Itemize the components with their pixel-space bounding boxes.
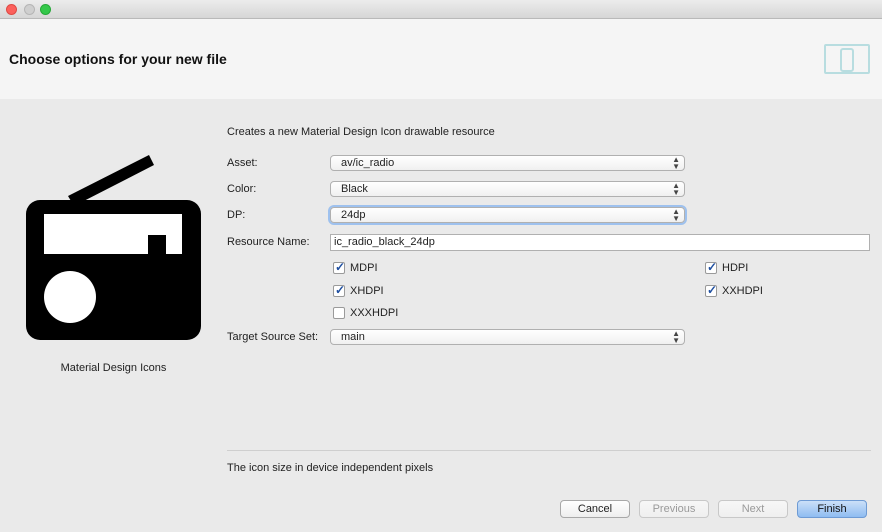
mdpi-checkbox[interactable]: ✓ MDPI (333, 260, 378, 274)
page-title: Choose options for your new file (9, 51, 227, 67)
preview-label: Material Design Icons (60, 362, 167, 374)
checkmark-icon: ✓ (707, 283, 718, 297)
hdpi-checkbox[interactable]: ✓ HDPI (705, 260, 749, 274)
hint-text: The icon size in device independent pixe… (227, 462, 434, 474)
color-select[interactable]: Black ▲ ▼ (330, 181, 685, 197)
xhdpi-label: XHDPI (350, 285, 384, 297)
target-source-set-select[interactable]: main ▲ ▼ (330, 329, 685, 345)
checkbox-box[interactable]: ✓ (705, 283, 718, 297)
checkmark-icon: ✓ (707, 260, 718, 274)
select-arrows-icon: ▲ ▼ (672, 329, 680, 345)
dp-value: 24dp (341, 209, 366, 221)
finish-button[interactable]: Finish (797, 500, 867, 518)
target-source-set-label: Target Source Set: (227, 331, 319, 343)
select-arrows-icon: ▲ ▼ (672, 155, 680, 171)
xxhdpi-label: XXHDPI (722, 285, 763, 297)
form-description: Creates a new Material Design Icon drawa… (227, 126, 495, 138)
checkbox-box[interactable]: ✓ (705, 260, 718, 274)
checkbox-box[interactable]: ✓ (333, 283, 346, 297)
close-window-button[interactable] (6, 4, 17, 15)
color-label: Color: (227, 183, 257, 195)
asset-select[interactable]: av/ic_radio ▲ ▼ (330, 155, 685, 171)
resource-name-input[interactable]: ic_radio_black_24dp (330, 234, 870, 251)
xxhdpi-checkbox[interactable]: ✓ XXHDPI (705, 283, 763, 297)
hdpi-label: HDPI (722, 262, 749, 274)
xxxhdpi-label: XXXHDPI (350, 307, 399, 319)
xxxhdpi-checkbox[interactable]: XXXHDPI (333, 307, 398, 319)
target-source-set-value: main (341, 331, 365, 343)
dp-select[interactable]: 24dp ▲ ▼ (330, 207, 685, 223)
device-screens-icon (824, 44, 870, 74)
mdpi-label: MDPI (350, 262, 378, 274)
radio-icon (26, 155, 201, 340)
dp-label: DP: (227, 209, 246, 221)
divider (227, 450, 871, 451)
color-value: Black (341, 183, 368, 195)
xhdpi-checkbox[interactable]: ✓ XHDPI (333, 283, 384, 297)
checkbox-box[interactable]: ✓ (333, 260, 346, 274)
next-button[interactable]: Next (718, 500, 788, 518)
asset-value: av/ic_radio (341, 157, 395, 169)
select-arrows-icon: ▲ ▼ (672, 181, 680, 197)
minimize-window-button[interactable] (24, 4, 35, 15)
checkmark-icon: ✓ (335, 283, 346, 297)
cancel-button[interactable]: Cancel (560, 500, 630, 518)
select-arrows-icon: ▲ ▼ (672, 207, 680, 223)
checkmark-icon: ✓ (335, 260, 346, 274)
window-titlebar (0, 0, 882, 19)
previous-button[interactable]: Previous (639, 500, 709, 518)
asset-label: Asset: (227, 157, 258, 169)
checkbox-box[interactable] (333, 307, 345, 319)
resource-name-label: Resource Name: (227, 236, 310, 248)
zoom-window-button[interactable] (40, 4, 51, 15)
